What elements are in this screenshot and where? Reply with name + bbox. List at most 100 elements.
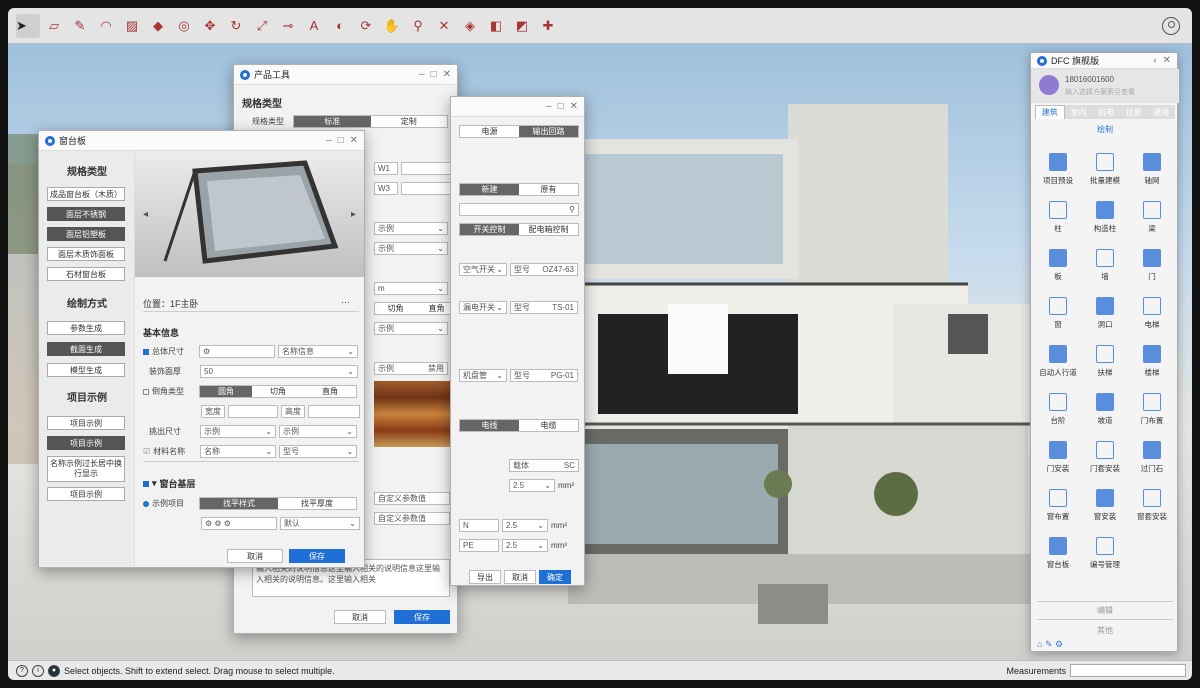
- more-icon[interactable]: ···: [341, 297, 350, 307]
- tool-25[interactable]: 编号管理: [1082, 537, 1128, 570]
- seg-level-thick[interactable]: 找平厚度: [278, 498, 356, 509]
- arc-icon[interactable]: ◠: [94, 14, 118, 38]
- thickness-select[interactable]: 50 ⌄: [200, 365, 358, 378]
- radio-checked[interactable]: [143, 500, 149, 507]
- tab-general[interactable]: 通用: [1147, 105, 1175, 119]
- example-select[interactable]: 示例 ⌄: [374, 322, 448, 335]
- tab-loop[interactable]: 输出回路: [519, 126, 578, 137]
- checkbox[interactable]: [143, 388, 149, 395]
- tool-21[interactable]: 窗布置: [1035, 489, 1081, 522]
- name-select[interactable]: 名称 ⌄: [200, 445, 277, 458]
- save-button[interactable]: 保存: [394, 610, 450, 624]
- w3-input[interactable]: [401, 182, 451, 195]
- tool-18[interactable]: 门安装: [1035, 441, 1081, 474]
- ok-button[interactable]: 确定: [539, 570, 571, 584]
- w1-input[interactable]: [401, 162, 451, 175]
- tool-16[interactable]: 坡道: [1082, 393, 1128, 426]
- tool-23[interactable]: 窗套安装: [1129, 489, 1175, 522]
- tool-6[interactable]: 板: [1035, 249, 1081, 282]
- material-swatches[interactable]: [374, 381, 450, 447]
- section-icon[interactable]: ◈: [458, 14, 482, 38]
- minimize-icon[interactable]: –: [546, 101, 552, 112]
- model-select[interactable]: 型号 PG-01: [510, 369, 578, 382]
- unit-select[interactable]: m ⌄: [374, 282, 448, 295]
- help-icon[interactable]: ?: [16, 664, 28, 677]
- avatar[interactable]: [1039, 75, 1059, 95]
- rectangle-icon[interactable]: ▨: [120, 14, 144, 38]
- cancel-button[interactable]: 取消: [334, 610, 386, 624]
- tape-icon[interactable]: ⊸: [276, 14, 300, 38]
- zoom-icon[interactable]: ⚲: [406, 14, 430, 38]
- example-item[interactable]: 名称示例过长居中换行显示: [47, 456, 125, 482]
- model-select[interactable]: 型号 TS-01: [510, 301, 578, 314]
- air-switch-select[interactable]: 空气开关 ⌄: [459, 263, 507, 276]
- cancel-button[interactable]: 取消: [227, 549, 283, 563]
- checkbox-checked[interactable]: [143, 480, 149, 487]
- close-icon[interactable]: ✕: [1163, 55, 1171, 66]
- info-icon[interactable]: i: [32, 664, 44, 677]
- tool-7[interactable]: 墙: [1082, 249, 1128, 282]
- edit-section[interactable]: 编辑: [1031, 605, 1179, 616]
- tab-mep[interactable]: 机电: [1092, 105, 1120, 119]
- pin-icon[interactable]: ✎: [1045, 639, 1053, 649]
- maximize-icon[interactable]: □: [338, 135, 344, 146]
- tab-power[interactable]: 电源: [460, 126, 519, 137]
- tool-19[interactable]: 门套安装: [1082, 441, 1128, 474]
- tool-4[interactable]: 构造柱: [1082, 201, 1128, 234]
- tool-22[interactable]: 窗安装: [1082, 489, 1128, 522]
- settings-icon[interactable]: ⚙: [1055, 639, 1063, 649]
- geo-icon[interactable]: ●: [48, 664, 60, 677]
- collapse-icon[interactable]: ‹: [1153, 55, 1156, 66]
- save-button[interactable]: 保存: [289, 549, 345, 563]
- seg-level-style[interactable]: 找平样式: [200, 498, 278, 509]
- size-select[interactable]: 2.5 ⌄: [502, 539, 548, 552]
- disabled-select[interactable]: 示例 禁用: [374, 362, 448, 375]
- default-select[interactable]: 默认 ⌄: [280, 517, 360, 530]
- seg-cut[interactable]: 切角: [252, 386, 304, 397]
- seg-custom[interactable]: 定制: [370, 116, 447, 127]
- tool-9[interactable]: 窗: [1035, 297, 1081, 330]
- close-icon[interactable]: ✕: [570, 101, 578, 112]
- tool-0[interactable]: 项目预设: [1035, 153, 1081, 186]
- seg-wire[interactable]: 电线: [460, 420, 519, 431]
- tool-13[interactable]: 扶梯: [1082, 345, 1128, 378]
- tool-1[interactable]: 批量建模: [1082, 153, 1128, 186]
- offset-icon[interactable]: ◎: [172, 14, 196, 38]
- type-item[interactable]: 面层木质饰面板: [47, 247, 125, 261]
- custom-param-input[interactable]: 自定义参数值: [374, 492, 450, 505]
- minimize-icon[interactable]: –: [419, 69, 425, 80]
- tab-architecture[interactable]: 建筑: [1035, 105, 1065, 119]
- home-icon[interactable]: ⌂: [1037, 639, 1042, 649]
- paint-icon[interactable]: ◐: [328, 14, 352, 38]
- tool-15[interactable]: 台阶: [1035, 393, 1081, 426]
- mode-item[interactable]: 参数生成: [47, 321, 125, 335]
- example-select[interactable]: 示例 ⌄: [279, 425, 357, 438]
- type-item[interactable]: 面层不锈钢: [47, 207, 125, 221]
- gear-icon[interactable]: ⚙: [199, 345, 275, 358]
- tool-5[interactable]: 梁: [1129, 201, 1175, 234]
- eraser-icon[interactable]: ▱: [42, 14, 66, 38]
- example-item[interactable]: 项目示例: [47, 416, 125, 430]
- tool-14[interactable]: 楼梯: [1129, 345, 1175, 378]
- width-input[interactable]: [228, 405, 278, 418]
- gear-icon[interactable]: ⚙ ⚙ ⚙: [201, 517, 277, 530]
- example-select[interactable]: 示例 ⌄: [374, 222, 448, 235]
- pencil-icon[interactable]: ✎: [68, 14, 92, 38]
- tool-11[interactable]: 电梯: [1129, 297, 1175, 330]
- tool-10[interactable]: 洞口: [1082, 297, 1128, 330]
- tab-interior[interactable]: 室内: [1064, 105, 1093, 119]
- user-account-icon[interactable]: [1162, 17, 1180, 35]
- example-item[interactable]: 项目示例: [47, 487, 125, 501]
- move-icon[interactable]: ✥: [198, 14, 222, 38]
- scale-icon[interactable]: ⤢: [250, 14, 274, 38]
- size-select[interactable]: 2.5 ⌄: [502, 519, 548, 532]
- name-info-select[interactable]: 名称信息 ⌄: [278, 345, 358, 358]
- seg-box-ctrl[interactable]: 配电箱控制: [519, 224, 578, 235]
- seg-new[interactable]: 新建: [460, 184, 519, 195]
- maximize-icon[interactable]: □: [431, 69, 437, 80]
- example-select[interactable]: 示例 ⌄: [200, 425, 276, 438]
- carrier-select[interactable]: 载体 SC: [509, 459, 579, 472]
- minimize-icon[interactable]: –: [326, 135, 332, 146]
- zoom-extents-icon[interactable]: ✕: [432, 14, 456, 38]
- extension-icon[interactable]: ✚: [536, 14, 560, 38]
